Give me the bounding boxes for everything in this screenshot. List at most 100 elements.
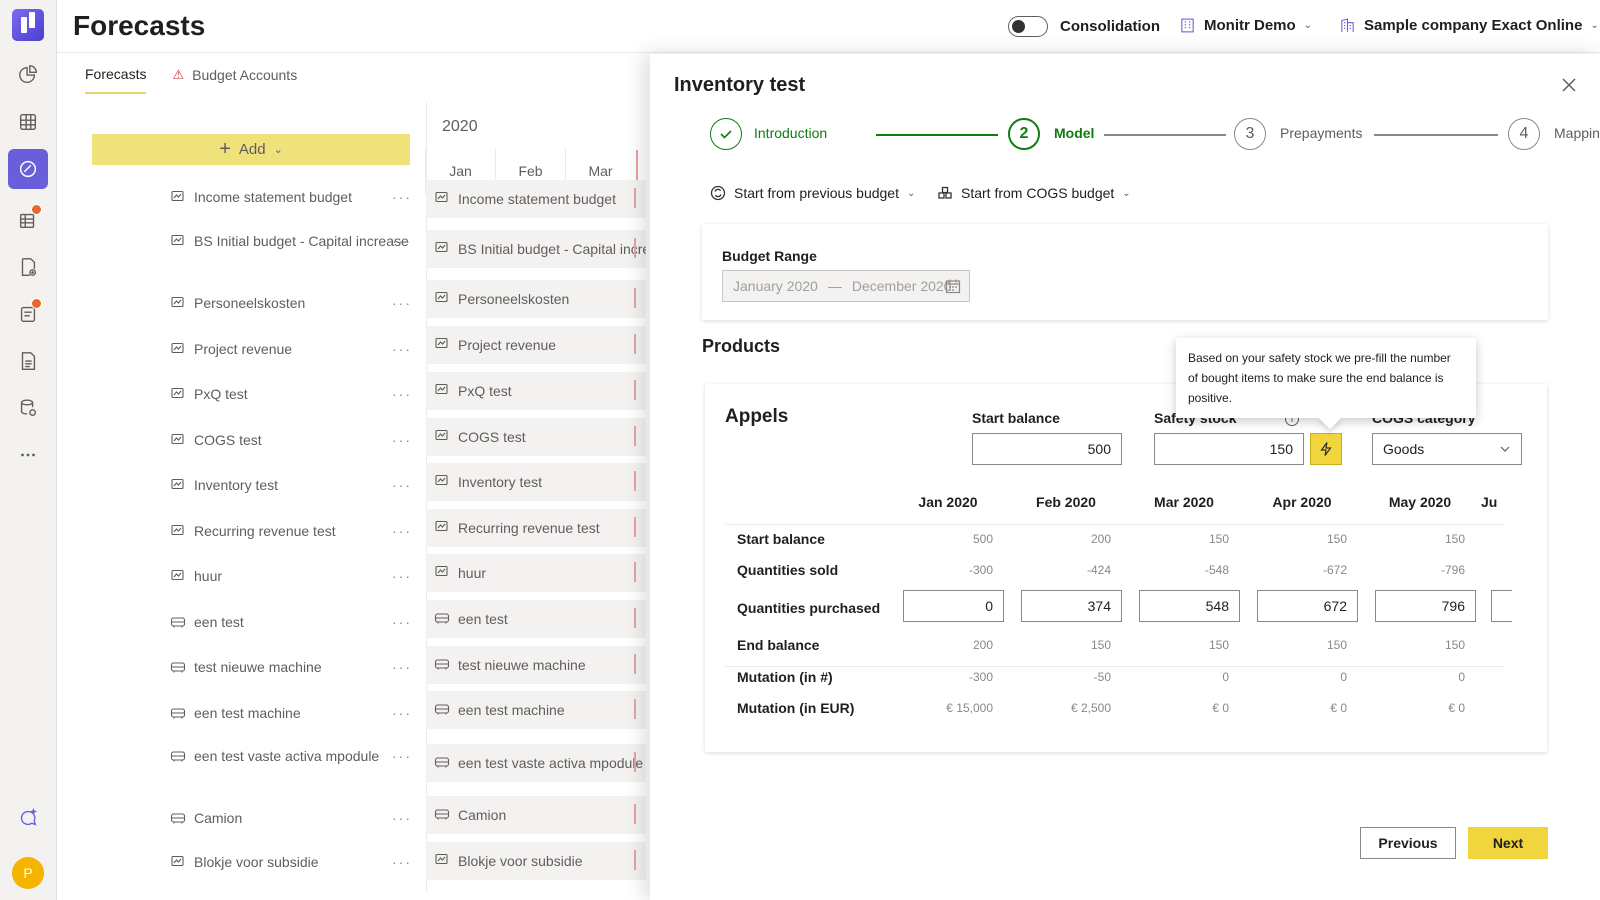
list-item[interactable]: BS Initial budget - Capital increase ··· — [170, 232, 420, 251]
table-cell: 200 — [972, 638, 993, 652]
grid-row[interactable]: Inventory test — [426, 463, 646, 501]
grid-row[interactable]: een test vaste activa mpodule — [426, 744, 646, 782]
list-item[interactable]: Recurring revenue test ··· — [170, 522, 420, 541]
company-switcher[interactable]: Sample company Exact Online ⌄ — [1339, 17, 1599, 34]
table-cell: 150 — [1326, 638, 1347, 652]
dashboard-icon[interactable] — [8, 55, 48, 95]
grid-row[interactable]: Recurring revenue test — [426, 509, 646, 547]
add-button[interactable]: + Add ⌄ — [92, 134, 410, 165]
tasks-icon[interactable] — [8, 294, 48, 334]
step-4-label[interactable]: Mapping — [1554, 125, 1600, 141]
more-options-icon[interactable]: ··· — [392, 188, 412, 207]
list-item[interactable]: COGS test ··· — [170, 431, 420, 450]
consolidation-toggle[interactable] — [1008, 16, 1048, 37]
previous-button[interactable]: Previous — [1360, 827, 1456, 859]
step-2-label[interactable]: Model — [1054, 125, 1094, 141]
more-options-icon[interactable]: ··· — [392, 704, 412, 723]
budget-table-icon[interactable] — [8, 200, 48, 240]
autofill-bolt-button[interactable] — [1310, 433, 1342, 465]
grid-row[interactable]: test nieuwe machine — [426, 646, 646, 684]
chat-sparkle-icon[interactable] — [8, 798, 48, 838]
more-options-icon[interactable]: ··· — [392, 294, 412, 313]
grid-row[interactable]: een test machine — [426, 691, 646, 729]
quantity-purchased-input[interactable]: 0 — [903, 590, 1004, 622]
list-item[interactable]: Personeelskosten ··· — [170, 294, 420, 313]
budget-name: huur — [194, 568, 223, 584]
start-balance-input[interactable]: 500 — [972, 433, 1122, 465]
more-icon[interactable] — [8, 435, 48, 475]
grid-row[interactable]: Project revenue — [426, 326, 646, 364]
grid-row[interactable]: Personeelskosten — [426, 280, 646, 318]
more-options-icon[interactable]: ··· — [392, 809, 412, 828]
cogs-category-select[interactable]: Goods — [1372, 433, 1522, 465]
add-document-icon[interactable] — [8, 247, 48, 287]
list-item[interactable]: een test vaste activa mpodule ··· — [170, 747, 420, 766]
month-header: Jan 2020 — [918, 494, 978, 510]
quantity-purchased-input[interactable]: 374 — [1021, 590, 1122, 622]
tab-forecasts[interactable]: Forecasts — [85, 66, 147, 94]
quantity-purchased-input[interactable]: 672 — [1257, 590, 1358, 622]
close-icon[interactable] — [1560, 76, 1578, 94]
list-item[interactable]: PxQ test ··· — [170, 385, 420, 404]
app-logo-icon[interactable] — [12, 9, 44, 41]
step-4-circle[interactable]: 4 — [1508, 118, 1540, 150]
budget-name: COGS test — [194, 432, 262, 448]
next-button[interactable]: Next — [1468, 827, 1548, 859]
org-switcher[interactable]: Monitr Demo ⌄ — [1179, 17, 1312, 34]
more-options-icon[interactable]: ··· — [392, 232, 412, 251]
more-options-icon[interactable]: ··· — [392, 853, 412, 872]
avatar[interactable]: P — [12, 857, 44, 889]
more-options-icon[interactable]: ··· — [392, 431, 412, 450]
step-3-label[interactable]: Prepayments — [1280, 125, 1362, 141]
month-header: Mar 2020 — [1154, 494, 1214, 510]
asset-icon — [170, 748, 186, 764]
more-options-icon[interactable]: ··· — [392, 522, 412, 541]
more-options-icon[interactable]: ··· — [392, 747, 412, 766]
step-1-check-icon[interactable] — [710, 118, 742, 150]
chevron-down-icon: ⌄ — [273, 144, 283, 156]
grid-row[interactable]: een test — [426, 600, 646, 638]
budget-range-picker[interactable]: January 2020 — December 2020 — [722, 270, 970, 302]
more-options-icon[interactable]: ··· — [392, 658, 412, 677]
step-1-label[interactable]: Introduction — [754, 125, 827, 141]
list-item[interactable]: Income statement budget ··· — [170, 188, 420, 207]
safety-stock-input[interactable]: 150 — [1154, 433, 1304, 465]
more-options-icon[interactable]: ··· — [392, 385, 412, 404]
personnel-icon — [434, 290, 450, 309]
budget-name: Blokje voor subsidie — [194, 854, 319, 870]
grid-row[interactable]: BS Initial budget - Capital increa — [426, 230, 646, 268]
list-item[interactable]: Blokje voor subsidie ··· — [170, 853, 420, 872]
quantity-purchased-input[interactable]: 796 — [1375, 590, 1476, 622]
cogs-icon — [170, 432, 186, 448]
grid-row[interactable]: Blokje voor subsidie — [426, 842, 646, 880]
grid-row[interactable]: Camion — [426, 796, 646, 834]
more-options-icon[interactable]: ··· — [392, 340, 412, 359]
list-item[interactable]: huur ··· — [170, 567, 420, 586]
org-name: Monitr Demo — [1204, 17, 1296, 34]
grid-row[interactable]: huur — [426, 554, 646, 592]
list-item[interactable]: een test machine ··· — [170, 704, 420, 723]
grid-row[interactable]: COGS test — [426, 418, 646, 456]
step-2-circle[interactable]: 2 — [1008, 118, 1040, 150]
quantity-purchased-input[interactable]: 548 — [1139, 590, 1240, 622]
list-item[interactable]: Project revenue ··· — [170, 340, 420, 359]
list-item[interactable]: een test ··· — [170, 613, 420, 632]
tab-budget-accounts[interactable]: ⚠ Budget Accounts — [172, 66, 297, 94]
more-options-icon[interactable]: ··· — [392, 476, 412, 495]
grid-row[interactable]: Income statement budget — [426, 180, 646, 218]
data-sync-icon[interactable] — [8, 388, 48, 428]
safety-stock-tooltip: Based on your safety stock we pre-fill t… — [1176, 338, 1476, 418]
more-options-icon[interactable]: ··· — [392, 567, 412, 586]
report-icon[interactable] — [8, 341, 48, 381]
more-options-icon[interactable]: ··· — [392, 613, 412, 632]
list-item[interactable]: Camion ··· — [170, 809, 420, 828]
start-from-cogs-budget[interactable]: Start from COGS budget ⌄ — [937, 185, 1131, 201]
forecasts-icon[interactable] — [8, 149, 48, 189]
quantity-purchased-input[interactable] — [1491, 590, 1512, 622]
start-from-previous-budget[interactable]: Start from previous budget ⌄ — [710, 185, 915, 201]
step-3-circle[interactable]: 3 — [1234, 118, 1266, 150]
list-item[interactable]: test nieuwe machine ··· — [170, 658, 420, 677]
list-item[interactable]: Inventory test ··· — [170, 476, 420, 495]
table-icon[interactable] — [8, 102, 48, 142]
grid-row[interactable]: PxQ test — [426, 372, 646, 410]
